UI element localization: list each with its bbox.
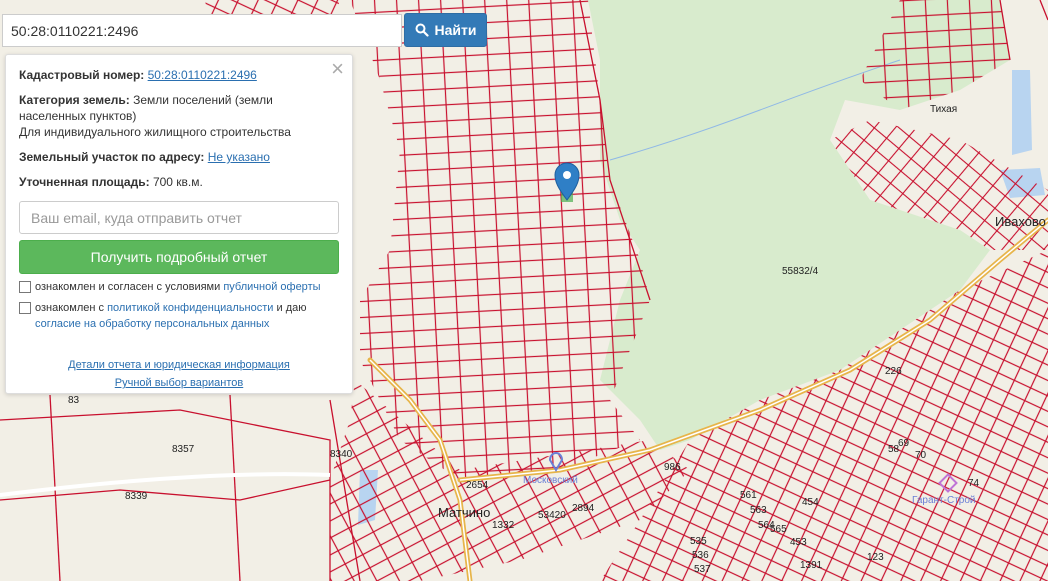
parcel-info-panel: × Кадастровый номер: 50:28:0110221:2496 … [5, 54, 353, 394]
address-label: Земельный участок по адресу: [19, 150, 205, 164]
search-input[interactable] [3, 15, 401, 46]
map-label-parcel: 453 [790, 537, 807, 548]
map-label-poi: Гарант-Строй [912, 495, 976, 506]
map-label-place: Матчино [438, 505, 491, 520]
email-input[interactable] [19, 201, 339, 234]
area-label: Уточненная площадь: [19, 175, 150, 189]
close-icon[interactable]: × [331, 58, 344, 80]
public-offer-link[interactable]: публичной оферты [223, 281, 320, 293]
map-label-parcel: 123 [867, 552, 884, 563]
map-label-place: Ивахово [995, 214, 1046, 229]
map-label-parcel: 83 [68, 395, 80, 406]
search-button-label: Найти [434, 22, 477, 38]
privacy-agreement-mid: и даю [276, 302, 307, 314]
panel-footer-links: Детали отчета и юридическая информация Р… [19, 356, 339, 392]
map-label-parcel: 74 [968, 478, 980, 489]
privacy-agreement-text: ознакомлен с политикой конфиденциальност… [35, 300, 339, 332]
map-label-parcel: 2894 [572, 503, 595, 514]
map-label-parcel: 69 [898, 438, 910, 449]
area-row: Уточненная площадь: 700 кв.м. [19, 174, 339, 190]
map-label-parcel: 1391 [800, 560, 823, 571]
map-label-parcel: 53420 [538, 510, 566, 521]
offer-agreement-checkbox[interactable] [19, 281, 31, 293]
privacy-agreement-row: ознакомлен с политикой конфиденциальност… [19, 300, 339, 332]
map-label-parcel: 1332 [492, 520, 515, 531]
cadastral-number-link[interactable]: 50:28:0110221:2496 [148, 68, 257, 82]
map-label-parcel: 226 [885, 366, 902, 377]
water-pond [1012, 70, 1032, 155]
map-label-parcel: 454 [802, 497, 819, 508]
report-details-link[interactable]: Детали отчета и юридическая информация [68, 359, 290, 371]
address-row: Земельный участок по адресу: Не указано [19, 149, 339, 165]
map-label-parcel: 535 [690, 536, 707, 547]
get-report-button[interactable]: Получить подробный отчет [19, 240, 339, 274]
privacy-agreement-label: ознакомлен с [35, 302, 105, 314]
offer-agreement-label: ознакомлен и согласен с условиями [35, 281, 221, 293]
area-value: 700 кв.м. [152, 175, 203, 189]
personal-data-consent-link[interactable]: согласие на обработку персональных данны… [35, 318, 269, 330]
land-category-label: Категория земель: [19, 93, 130, 107]
map-label-parcel: 565 [770, 524, 787, 535]
offer-agreement-text: ознакомлен и согласен с условиями публич… [35, 279, 321, 295]
manual-selection-link[interactable]: Ручной выбор вариантов [115, 377, 243, 389]
map-label-parcel: 2654 [466, 480, 489, 491]
address-link[interactable]: Не указано [208, 150, 270, 164]
search-icon [415, 23, 429, 37]
land-category-row: Категория земель: Земли поселений (земли… [19, 92, 339, 140]
map-label-parcel: 986 [664, 462, 681, 473]
privacy-policy-link[interactable]: политикой конфиденциальности [107, 302, 273, 314]
privacy-agreement-checkbox[interactable] [19, 302, 31, 314]
map-label-parcel: 561 [740, 490, 757, 501]
map-label-parcel: 537 [694, 564, 711, 575]
search-button[interactable]: Найти [404, 13, 487, 47]
map-label-parcel: 70 [915, 450, 927, 461]
map-label-parcel: 563 [750, 505, 767, 516]
map-label-parcel: 55832/4 [782, 266, 819, 277]
map-label-poi: Московский [523, 475, 578, 486]
map-label-street: Тихая [930, 104, 958, 115]
land-use-value: Для индивидуального жилищного строительс… [19, 125, 291, 139]
search-bar [2, 14, 402, 47]
cadastral-number-label: Кадастровый номер: [19, 68, 145, 82]
cadastral-number-row: Кадастровый номер: 50:28:0110221:2496 [19, 67, 339, 83]
map-label-parcel: 8340 [330, 449, 353, 460]
map-label-parcel: 536 [692, 550, 709, 561]
offer-agreement-row: ознакомлен и согласен с условиями публич… [19, 279, 339, 295]
map-label-parcel: 8357 [172, 444, 195, 455]
map-label-parcel: 8339 [125, 491, 148, 502]
